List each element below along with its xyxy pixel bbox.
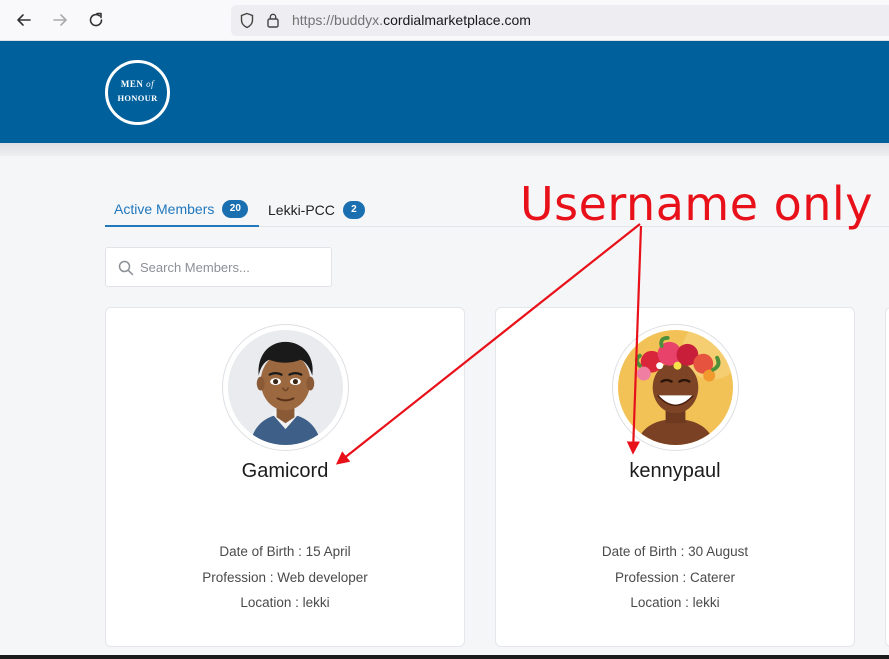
site-logo[interactable]: MEN of HONOUR [105,60,170,125]
member-username[interactable]: Gamicord [106,460,464,483]
tab-label: Active Members [114,200,215,217]
annotation-label: Username only [520,177,873,231]
count-badge: 20 [222,199,249,218]
member-location: Location : lekki [240,595,330,610]
member-card-partial[interactable] [885,307,889,647]
member-profession: Profession : Caterer [614,569,736,585]
reload-button[interactable] [84,8,108,32]
woman-flower-crown-avatar-icon [618,330,733,445]
member-details: Date of Birth : 15 April Profession : We… [106,539,464,616]
url-text: https://buddyx.cordialmarketplace.com [292,12,531,28]
reload-icon [89,12,103,27]
search-box [105,247,332,287]
logo-line-2: HONOUR [117,93,158,103]
member-profession: Profession : Web developer [202,569,368,585]
member-dob: Date of Birth : 30 August [601,544,749,559]
cartoon-man-avatar-icon [228,330,343,445]
member-username[interactable]: kennypaul [496,460,854,483]
address-bar[interactable]: https://buddyx.cordialmarketplace.com [231,5,889,36]
tab-label: Lekki-PCC [268,201,335,218]
site-header: MEN of HONOUR [0,41,889,143]
forward-button[interactable] [48,8,72,32]
tab-lekki-pcc[interactable]: Lekki-PCC 2 [268,192,365,227]
shield-icon[interactable] [239,12,255,29]
taskbar-edge [0,655,889,659]
browser-toolbar: https://buddyx.cordialmarketplace.com [0,0,889,41]
tab-active-members[interactable]: Active Members 20 [105,192,259,227]
url-subdomain: buddyx. [334,12,384,28]
member-avatar[interactable] [222,324,349,451]
arrow-left-icon [17,14,31,26]
url-scheme: https:// [292,12,335,28]
member-dob: Date of Birth : 15 April [219,544,351,559]
count-badge: 2 [342,200,365,219]
member-card[interactable]: kennypaul Date of Birth : 30 August Prof… [495,307,855,647]
header-shadow [0,143,889,156]
member-card[interactable]: Gamicord Date of Birth : 15 April Profes… [105,307,465,647]
back-button[interactable] [12,8,36,32]
search-members-input[interactable] [140,248,325,286]
search-icon [118,260,134,276]
url-domain: cordialmarketplace.com [383,12,531,28]
member-details: Date of Birth : 30 August Profession : C… [496,539,854,616]
member-avatar[interactable] [612,324,739,451]
logo-line-1: MEN of [120,79,155,89]
lock-icon[interactable] [266,12,280,29]
member-location: Location : lekki [630,595,720,610]
arrow-right-icon [53,14,67,26]
